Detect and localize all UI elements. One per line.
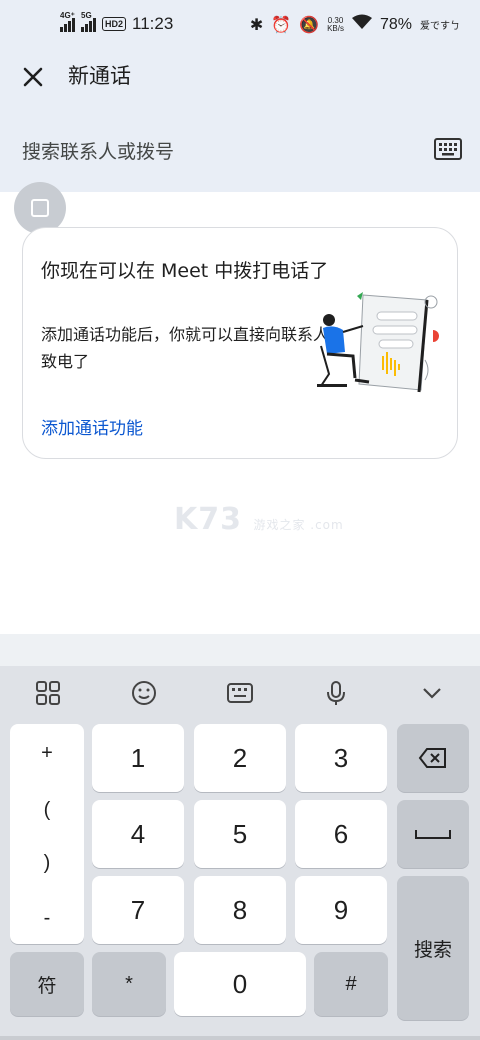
- carrier-label: 爱ですㄅ: [420, 21, 460, 32]
- search-key[interactable]: 搜索: [397, 876, 469, 1020]
- page-title: 新通话: [68, 64, 131, 88]
- close-icon: [23, 67, 43, 87]
- status-left: 4G⁺ 5G HD2 11:23: [60, 11, 174, 34]
- keyboard-top-strip: [0, 634, 480, 666]
- gesture-bar: [0, 1036, 480, 1040]
- open-paren-key[interactable]: (: [10, 799, 84, 822]
- space-key[interactable]: [397, 800, 469, 868]
- add-calling-link[interactable]: 添加通话功能: [41, 414, 143, 439]
- promo-card: 你现在可以在 Meet 中拨打电话了 添加通话功能后，你就可以直接向联系人致电了…: [22, 227, 458, 459]
- status-right: ✱ ⏰ 🔕 0.30 KB/s 78% 爱ですㄅ: [250, 14, 460, 35]
- keyboard-toolbar: [0, 666, 480, 720]
- key-5[interactable]: 5: [194, 800, 286, 868]
- plus-key[interactable]: +: [10, 742, 84, 765]
- grid-icon[interactable]: [34, 679, 62, 707]
- main-content: 你现在可以在 Meet 中拨打电话了 添加通话功能后，你就可以直接向联系人致电了…: [0, 182, 480, 634]
- bluetooth-icon: ✱: [249, 16, 264, 34]
- keyboard-icon[interactable]: [226, 679, 254, 707]
- key-1[interactable]: 1: [92, 724, 184, 792]
- close-paren-key[interactable]: ): [10, 852, 84, 875]
- backspace-icon: [418, 748, 446, 768]
- key-8[interactable]: 8: [194, 876, 286, 944]
- key-9[interactable]: 9: [295, 876, 387, 944]
- backspace-key[interactable]: [397, 724, 469, 792]
- battery-level: 78%: [379, 15, 412, 33]
- chevron-down-icon[interactable]: [418, 679, 446, 707]
- site-watermark: K73 游戏之家 .com: [174, 502, 344, 537]
- key-4[interactable]: 4: [92, 800, 184, 868]
- square-icon: [31, 199, 49, 217]
- network-speed: 0.30 KB/s: [327, 16, 344, 33]
- alarm-icon: ⏰: [271, 16, 292, 34]
- symbol-column: + ( ) -: [10, 724, 84, 944]
- close-button[interactable]: [18, 62, 48, 92]
- network-type-label-2: 5G: [81, 11, 92, 20]
- mute-icon: 🔕: [299, 16, 320, 34]
- key-6[interactable]: 6: [295, 800, 387, 868]
- status-bar: 4G⁺ 5G HD2 11:23 ✱ ⏰ 🔕 0.30 KB/s 78% 爱です…: [0, 0, 480, 52]
- signal-5g-icon: 5G: [81, 11, 96, 32]
- space-icon: [415, 830, 451, 839]
- symbol-switch-key[interactable]: 符: [10, 952, 84, 1016]
- dialpad-toggle-button[interactable]: [434, 138, 462, 160]
- wifi-icon: [351, 14, 372, 35]
- minus-key[interactable]: -: [10, 907, 84, 930]
- signal-4g-icon: 4G⁺: [60, 11, 75, 32]
- person-calling-illustration: [317, 292, 439, 393]
- hash-key[interactable]: #: [314, 952, 388, 1016]
- hd-badge: HD2: [102, 17, 127, 31]
- key-7[interactable]: 7: [92, 876, 184, 944]
- search-input[interactable]: 搜索联系人或拨号: [22, 137, 174, 164]
- emoji-icon[interactable]: [130, 679, 158, 707]
- promo-title: 你现在可以在 Meet 中拨打电话了: [41, 260, 329, 282]
- soft-keyboard: + ( ) - 1 2 3 4 5 6 7 8 9 搜索 符 * 0 #: [0, 666, 480, 1040]
- promo-body: 添加通话功能后，你就可以直接向联系人致电了: [41, 325, 330, 371]
- key-3[interactable]: 3: [295, 724, 387, 792]
- star-key[interactable]: *: [92, 952, 166, 1016]
- mic-icon[interactable]: [322, 679, 350, 707]
- speed-unit: KB/s: [327, 23, 344, 33]
- app-header: 新通话 搜索联系人或拨号: [0, 52, 480, 192]
- watermark-text: K73: [174, 502, 242, 537]
- key-0[interactable]: 0: [174, 952, 306, 1016]
- network-type-label: 4G⁺: [60, 11, 75, 20]
- keyboard-icon: [434, 138, 462, 160]
- watermark-subtext: 游戏之家 .com: [253, 518, 344, 532]
- key-2[interactable]: 2: [194, 724, 286, 792]
- clock: 11:23: [132, 14, 174, 33]
